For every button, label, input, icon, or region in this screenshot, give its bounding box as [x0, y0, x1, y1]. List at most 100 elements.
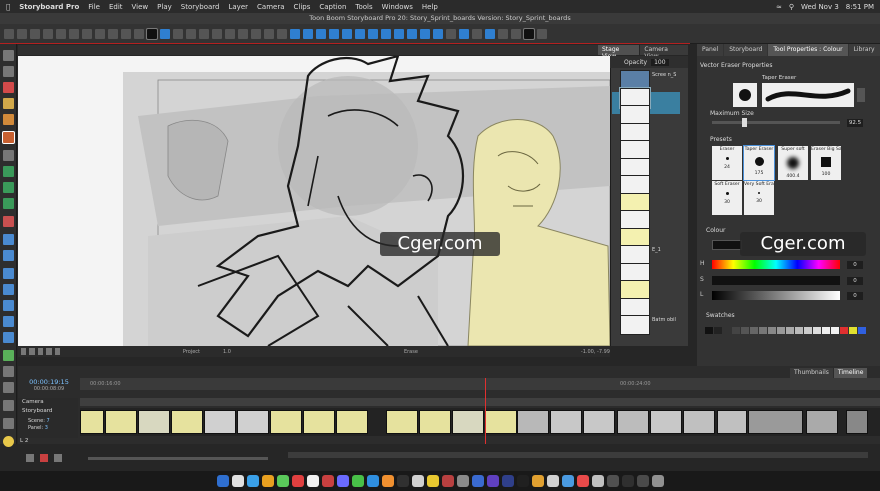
dock-app-icon[interactable]: [576, 475, 589, 487]
light-table-icon[interactable]: [29, 348, 35, 355]
menu-help[interactable]: Help: [422, 3, 438, 11]
timeline-clip[interactable]: [386, 410, 418, 434]
camera-zoom-icon[interactable]: [329, 28, 339, 39]
tab-panel[interactable]: Panel: [697, 44, 724, 56]
redo-icon[interactable]: [121, 28, 131, 39]
grid-icon[interactable]: [37, 348, 44, 355]
contour-tool-icon[interactable]: [3, 382, 14, 393]
undo-icon[interactable]: [108, 28, 118, 39]
open-project-icon[interactable]: [17, 28, 27, 39]
menu-view[interactable]: View: [132, 3, 149, 11]
timeline-clip[interactable]: [138, 410, 170, 434]
colour-swatch[interactable]: [840, 327, 848, 334]
timeline-ruler[interactable]: 00:00:16:00 00:00:24:00: [80, 378, 880, 390]
camera-track[interactable]: [80, 398, 880, 406]
cut-icon[interactable]: [69, 28, 79, 39]
zoom-in-icon[interactable]: [251, 28, 261, 39]
pencil-icon[interactable]: [160, 28, 170, 39]
transform-tool-icon[interactable]: [3, 250, 14, 261]
timeline-clip[interactable]: [846, 410, 868, 434]
dock-app-icon[interactable]: [336, 475, 349, 487]
timeline-clip[interactable]: [806, 410, 838, 434]
max-size-slider[interactable]: [712, 118, 840, 127]
playhead[interactable]: [485, 378, 486, 444]
dock-app-icon[interactable]: [306, 475, 319, 487]
dock-app-icon[interactable]: [381, 475, 394, 487]
delete-icon[interactable]: [134, 28, 144, 39]
next-icon[interactable]: [485, 28, 495, 39]
dock-app-icon[interactable]: [606, 475, 619, 487]
3d-icon[interactable]: [277, 28, 287, 39]
polyline-tool-icon[interactable]: [3, 216, 14, 227]
lightness-input[interactable]: 0: [847, 292, 863, 300]
stage-zoom-value[interactable]: 1.0: [223, 349, 231, 355]
safe-area-icon[interactable]: [46, 348, 52, 355]
tab-timeline[interactable]: Timeline: [833, 368, 868, 378]
layer-add-icon[interactable]: [420, 28, 430, 39]
tab-storyboard[interactable]: Storyboard: [724, 44, 768, 56]
layer-thumbnail[interactable]: [620, 315, 650, 335]
eraser-tool-icon[interactable]: [2, 131, 15, 144]
camera-move-icon[interactable]: [303, 28, 313, 39]
dock-app-icon[interactable]: [441, 475, 454, 487]
timeline-clip[interactable]: [683, 410, 715, 434]
tab-thumbnails[interactable]: Thumbnails: [790, 368, 833, 378]
dock-app-icon[interactable]: [636, 475, 649, 487]
dock-app-icon[interactable]: [651, 475, 664, 487]
import-icon[interactable]: [43, 28, 53, 39]
max-size-input[interactable]: 92.5: [847, 119, 863, 127]
first-frame-icon[interactable]: [446, 28, 456, 39]
colour-swatch[interactable]: [858, 327, 866, 334]
colour-swatch[interactable]: [786, 327, 794, 334]
search-icon[interactable]: ⚲: [789, 3, 794, 11]
tip-next-arrow-icon[interactable]: [857, 88, 865, 102]
ellipse-tool-icon[interactable]: [3, 198, 14, 209]
eraser-tip-preview[interactable]: [733, 83, 757, 107]
colour-swatch[interactable]: [750, 327, 758, 334]
dock-app-icon[interactable]: [351, 475, 364, 487]
preset-item[interactable]: Soft Eraser 30: [712, 181, 742, 215]
hue-input[interactable]: 0: [847, 261, 863, 269]
line-tool-icon[interactable]: [3, 166, 14, 177]
menu-play[interactable]: Play: [157, 3, 172, 11]
opacity-input[interactable]: 100: [651, 58, 669, 66]
timeline-clip[interactable]: [204, 410, 236, 434]
dock-app-icon[interactable]: [486, 475, 499, 487]
brush-size-icon[interactable]: [146, 27, 158, 40]
rotate-icon[interactable]: [238, 28, 248, 39]
dock-app-icon[interactable]: [366, 475, 379, 487]
onion-skin-icon[interactable]: [21, 348, 27, 355]
dock-app-icon[interactable]: [621, 475, 634, 487]
dock-app-icon[interactable]: [231, 475, 244, 487]
timeline-clip[interactable]: [237, 410, 269, 434]
stroke-icon[interactable]: [173, 28, 183, 39]
preset-item[interactable]: Super soft 400.4: [778, 146, 808, 180]
dropper-tool-icon[interactable]: [3, 268, 14, 279]
dock-app-icon[interactable]: [471, 475, 484, 487]
menu-camera[interactable]: Camera: [257, 3, 284, 11]
colour-swatch[interactable]: [804, 327, 812, 334]
paste-icon[interactable]: [95, 28, 105, 39]
menu-clips[interactable]: Clips: [294, 3, 311, 11]
scene-add-icon[interactable]: [368, 28, 378, 39]
timeline-clip[interactable]: [336, 410, 368, 434]
zoom-out-icon[interactable]: [264, 28, 274, 39]
timeline-clip[interactable]: [419, 410, 451, 434]
preset-item[interactable]: Very Soft Eraser 30: [744, 181, 774, 215]
saturation-input[interactable]: 0: [847, 277, 863, 285]
colour-swatch-current[interactable]: [712, 240, 742, 250]
colour-swatch[interactable]: [705, 327, 713, 334]
menu-file[interactable]: File: [88, 3, 100, 11]
dock-app-icon[interactable]: [591, 475, 604, 487]
colour-swatch[interactable]: [813, 327, 821, 334]
dock-app-icon[interactable]: [396, 475, 409, 487]
dock-app-icon[interactable]: [246, 475, 259, 487]
camera-tool-icon[interactable]: [3, 300, 14, 311]
dock-app-icon[interactable]: [276, 475, 289, 487]
tab-tool-properties[interactable]: Tool Properties : Colour: [768, 44, 848, 56]
colour-swatch[interactable]: [723, 327, 731, 334]
dock-app-icon[interactable]: [501, 475, 514, 487]
timeline-scrollbar[interactable]: [288, 452, 868, 458]
taper-tip-preview[interactable]: [762, 83, 854, 107]
timeline-clip[interactable]: [617, 410, 649, 434]
